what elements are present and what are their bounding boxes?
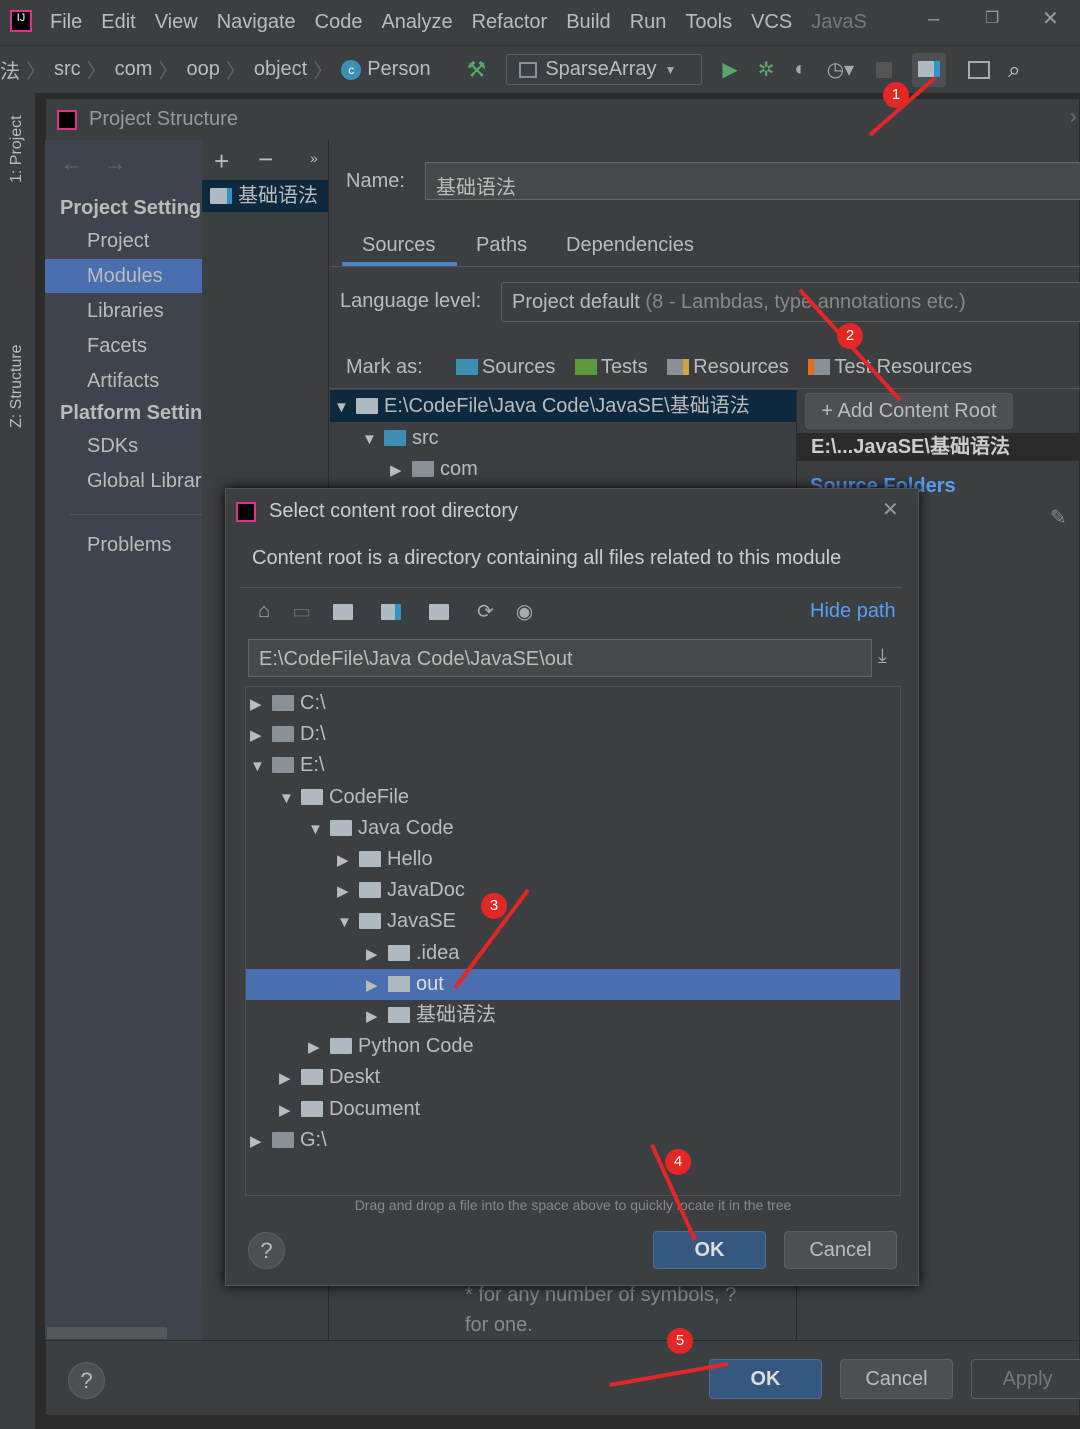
annotation-arrow-5 (609, 1362, 729, 1387)
annotation-badge-2: 2 (837, 323, 863, 349)
annotation-badge-4: 4 (665, 1149, 691, 1175)
annotation-layer (453, 76, 937, 1387)
annotation-badge-3: 3 (481, 893, 507, 919)
annotation-badge-1: 1 (883, 82, 909, 108)
annotation-badge-5: 5 (667, 1328, 693, 1354)
